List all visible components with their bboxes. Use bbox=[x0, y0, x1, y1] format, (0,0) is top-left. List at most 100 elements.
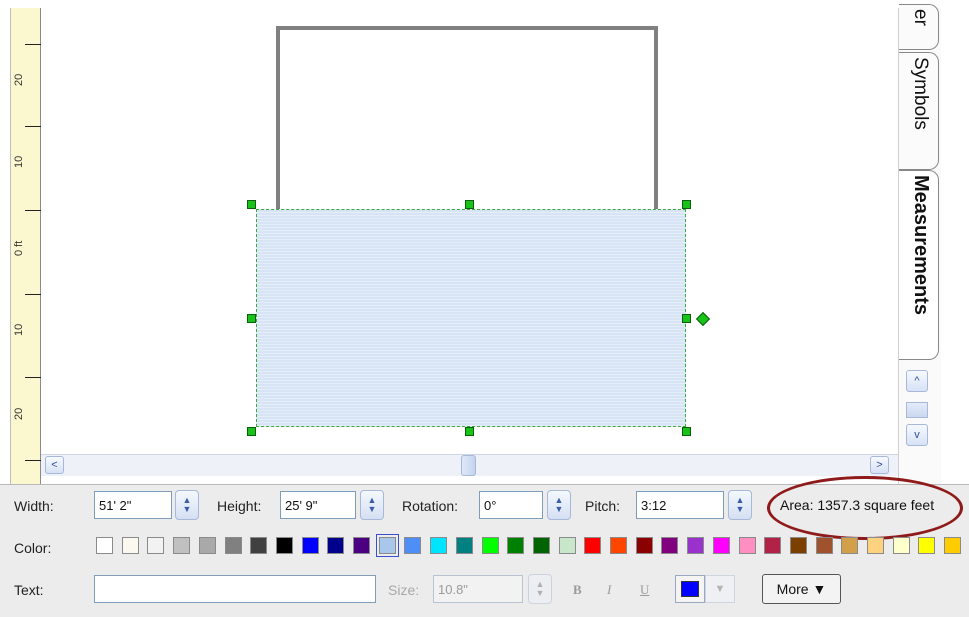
ruler-label: 10 bbox=[13, 155, 25, 168]
color-swatch[interactable] bbox=[198, 537, 216, 554]
width-label: Width: bbox=[14, 498, 54, 514]
color-swatch[interactable] bbox=[610, 537, 627, 554]
text-input[interactable] bbox=[94, 575, 376, 603]
text-color-swatch bbox=[681, 581, 699, 597]
color-swatch[interactable] bbox=[481, 537, 499, 554]
pitch-input[interactable] bbox=[636, 491, 724, 519]
resize-handle-left[interactable] bbox=[247, 314, 256, 323]
bold-button[interactable]: B bbox=[573, 582, 582, 598]
scroll-left-button[interactable]: < bbox=[45, 456, 64, 474]
color-swatch[interactable] bbox=[841, 537, 859, 554]
color-swatch[interactable] bbox=[944, 537, 962, 554]
color-swatch[interactable] bbox=[764, 537, 782, 554]
rotation-stepper[interactable]: ▲ ▼ bbox=[547, 490, 571, 520]
color-swatch[interactable] bbox=[507, 537, 525, 554]
color-swatch[interactable] bbox=[301, 537, 319, 554]
italic-button[interactable]: I bbox=[607, 582, 611, 598]
ruler-tick bbox=[25, 460, 41, 461]
resize-handle-top-right[interactable] bbox=[682, 200, 691, 209]
ruler-tick bbox=[25, 377, 41, 378]
ruler-tick bbox=[25, 44, 41, 45]
color-swatch[interactable] bbox=[918, 537, 936, 554]
color-swatch[interactable] bbox=[96, 537, 113, 554]
color-swatch[interactable] bbox=[815, 537, 833, 554]
scroll-up-button[interactable]: ^ bbox=[906, 370, 928, 392]
rotation-label: Rotation: bbox=[402, 498, 459, 514]
ruler-label: 20 bbox=[13, 407, 25, 420]
color-swatch[interactable] bbox=[430, 537, 448, 554]
chevron-down-icon[interactable]: ▼ bbox=[705, 575, 735, 603]
size-input[interactable] bbox=[433, 575, 523, 603]
resize-handle-right[interactable] bbox=[682, 314, 691, 323]
color-swatch[interactable] bbox=[224, 537, 242, 554]
color-swatch[interactable] bbox=[532, 537, 550, 554]
horizontal-scroll-thumb[interactable] bbox=[461, 455, 476, 476]
scroll-right-button[interactable]: > bbox=[870, 456, 889, 474]
resize-handle-bottom-left[interactable] bbox=[247, 427, 256, 436]
color-swatch[interactable] bbox=[455, 537, 473, 554]
width-stepper[interactable]: ▲ ▼ bbox=[175, 490, 199, 520]
color-swatch[interactable] bbox=[892, 537, 910, 554]
color-swatch[interactable] bbox=[121, 537, 139, 554]
color-swatch[interactable] bbox=[712, 537, 730, 554]
ruler-tick bbox=[25, 210, 41, 211]
size-stepper[interactable]: ▲ ▼ bbox=[528, 574, 552, 604]
selected-area-shape[interactable] bbox=[256, 209, 686, 427]
color-swatch[interactable] bbox=[353, 537, 370, 554]
size-label: Size: bbox=[388, 582, 420, 598]
tab-label: er bbox=[910, 9, 931, 26]
ruler-tick bbox=[25, 126, 41, 127]
text-label: Text: bbox=[14, 582, 44, 598]
height-stepper[interactable]: ▲ ▼ bbox=[360, 490, 384, 520]
color-swatch[interactable] bbox=[404, 537, 422, 554]
color-swatch[interactable] bbox=[789, 537, 807, 554]
color-swatch[interactable] bbox=[327, 537, 345, 554]
color-swatch[interactable] bbox=[375, 534, 399, 557]
color-swatch[interactable] bbox=[275, 537, 293, 554]
height-input[interactable] bbox=[280, 491, 356, 519]
resize-handle-top[interactable] bbox=[465, 200, 474, 209]
resize-handle-bottom[interactable] bbox=[465, 427, 474, 436]
more-button[interactable]: More ▼ bbox=[762, 574, 841, 604]
chevron-up-icon: ^ bbox=[914, 375, 920, 387]
color-swatch[interactable] bbox=[558, 537, 576, 554]
ruler-label: 10 bbox=[13, 323, 25, 336]
resize-handle-top-left[interactable] bbox=[247, 200, 256, 209]
vertical-scroll-thumb[interactable] bbox=[906, 402, 928, 418]
color-swatch[interactable] bbox=[687, 537, 705, 554]
rotation-input[interactable] bbox=[479, 491, 543, 519]
drawing-canvas[interactable] bbox=[41, 8, 898, 454]
ruler-label: 0 ft bbox=[13, 240, 25, 256]
color-swatch[interactable] bbox=[738, 537, 756, 554]
width-input[interactable] bbox=[94, 491, 172, 519]
resize-handle-bottom-right[interactable] bbox=[682, 427, 691, 436]
text-color-picker[interactable] bbox=[675, 575, 705, 603]
color-swatch[interactable] bbox=[147, 537, 165, 554]
vertical-ruler: 20 10 0 ft 10 20 bbox=[10, 8, 41, 484]
rotate-handle[interactable] bbox=[695, 311, 711, 327]
scroll-down-button[interactable]: v bbox=[906, 424, 928, 446]
color-label: Color: bbox=[14, 540, 52, 556]
vertical-scrollbar[interactable]: ^ v bbox=[903, 366, 931, 448]
chevron-right-icon: > bbox=[876, 459, 883, 471]
tab-measurements[interactable]: Measurements bbox=[899, 170, 939, 360]
chevron-left-icon: < bbox=[51, 459, 58, 471]
chevron-down-icon: v bbox=[914, 429, 920, 441]
area-readout: Area: 1357.3 square feet bbox=[780, 497, 935, 513]
ruler-label: 20 bbox=[13, 73, 25, 86]
tab-partial[interactable]: er bbox=[899, 4, 939, 50]
tab-label: Symbols bbox=[910, 57, 931, 130]
color-swatch[interactable] bbox=[173, 537, 191, 554]
horizontal-scrollbar[interactable]: < > bbox=[41, 454, 898, 476]
tab-symbols[interactable]: Symbols bbox=[899, 52, 939, 170]
color-swatch[interactable] bbox=[661, 537, 679, 554]
color-swatch[interactable] bbox=[250, 537, 268, 554]
color-swatch[interactable] bbox=[584, 537, 602, 554]
height-label: Height: bbox=[217, 498, 262, 514]
pitch-stepper[interactable]: ▲ ▼ bbox=[728, 490, 752, 520]
color-swatch[interactable] bbox=[635, 537, 653, 554]
underline-button[interactable]: U bbox=[640, 582, 649, 598]
pitch-label: Pitch: bbox=[585, 498, 621, 514]
color-swatch[interactable] bbox=[867, 537, 884, 554]
ruler-tick bbox=[25, 294, 41, 295]
